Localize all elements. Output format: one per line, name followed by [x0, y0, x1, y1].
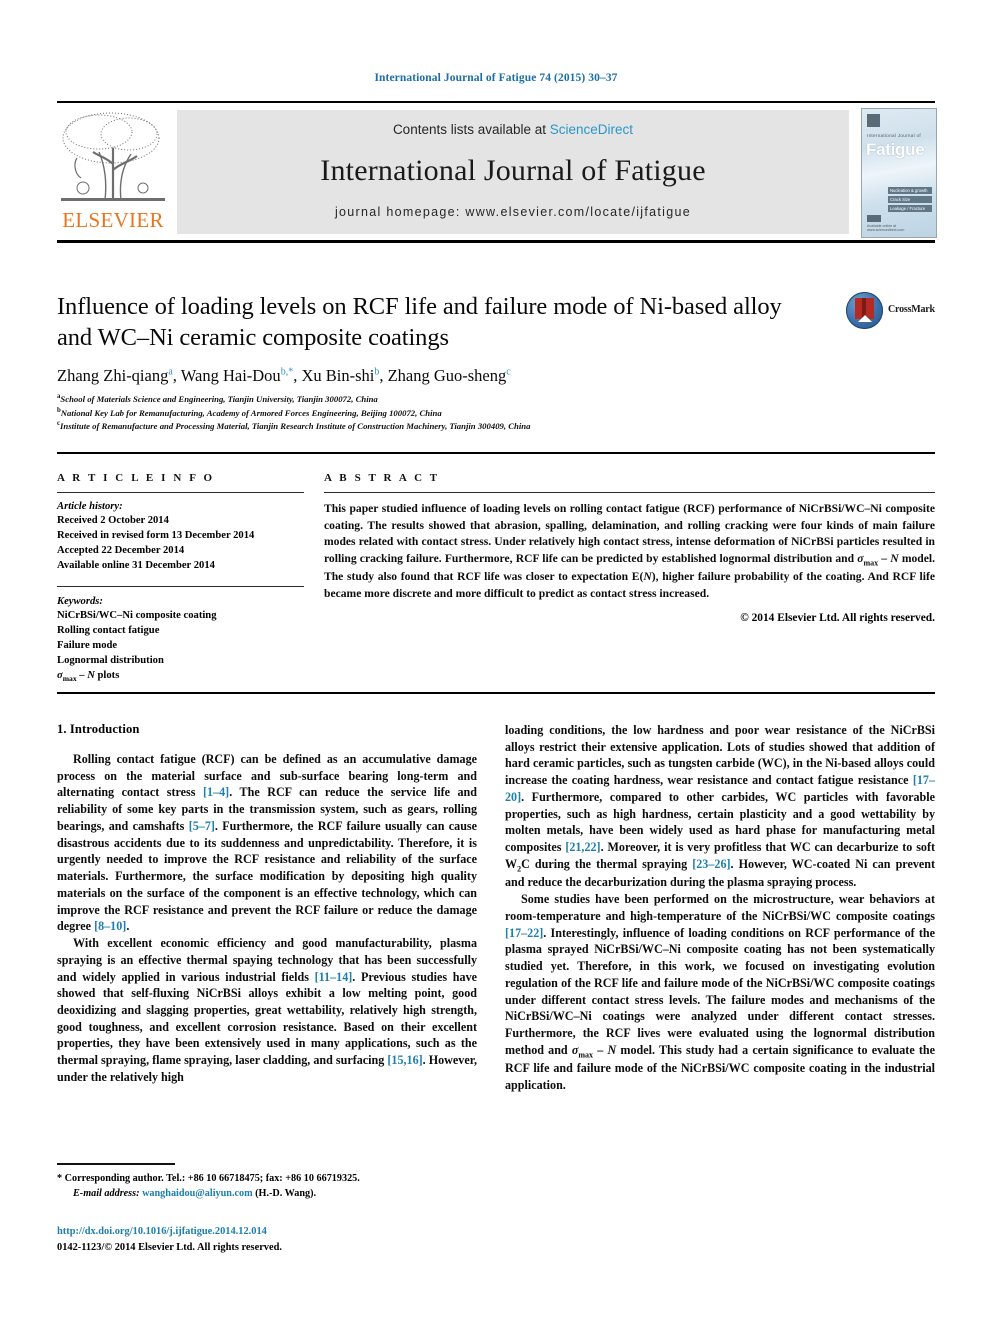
cover-bar: Crack Size	[888, 196, 932, 203]
body-paragraph: With excellent economic efficiency and g…	[57, 936, 477, 1084]
affiliation-item: cInstitute of Remanufacture and Processi…	[57, 419, 857, 433]
cover-elsevier-icon	[867, 114, 880, 127]
affiliation-text: School of Materials Science and Engineer…	[60, 393, 378, 404]
author-name: Zhang Guo-sheng	[387, 366, 507, 385]
journal-title: International Journal of Fatigue	[320, 154, 706, 187]
contents-available-line: Contents lists available at ScienceDirec…	[177, 122, 849, 137]
author-affil-mark: c	[506, 366, 511, 378]
abstract-block: A B S T R A C T This paper studied influ…	[324, 472, 935, 624]
crossmark-badge[interactable]: CrossMark	[846, 292, 936, 332]
masthead-top-rule	[57, 101, 935, 103]
elsevier-wordmark: ELSEVIER	[62, 208, 164, 232]
abstract-heading: A B S T R A C T	[324, 472, 440, 484]
abstract-copyright: © 2014 Elsevier Ltd. All rights reserved…	[740, 612, 935, 625]
keyword-item: σmax – N plots	[57, 670, 120, 684]
footer-block: http://dx.doi.org/10.1016/j.ijfatigue.20…	[57, 1224, 487, 1255]
abstract-divider	[324, 492, 935, 493]
article-info-block: A R T I C L E I N F O Article history: R…	[57, 472, 304, 685]
author-list: Zhang Zhi-qianga, Wang Hai-Doub,*, Xu Bi…	[57, 366, 511, 385]
elsevier-logo: ELSEVIER	[57, 108, 169, 236]
keywords-block: Keywords: NiCrBSi/WC–Ni composite coatin…	[57, 596, 304, 685]
keyword-item: Lognormal distribution	[57, 655, 164, 667]
email-note: E-mail address: wanghaidou@aliyun.com (H…	[57, 1187, 477, 1202]
keywords-label: Keywords:	[57, 596, 103, 608]
masthead-band: Contents lists available at ScienceDirec…	[177, 110, 849, 234]
running-head: International Journal of Fatigue 74 (201…	[374, 72, 618, 84]
cover-topic-bars: Nucleation & growth Crack Size Leakage /…	[888, 187, 932, 214]
citation-ref[interactable]: [8–10]	[94, 919, 126, 933]
affiliation-text: Institute of Remanufacture and Processin…	[60, 420, 531, 431]
email-link[interactable]: wanghaidou@aliyun.com	[142, 1188, 253, 1199]
citation-ref[interactable]: [23–26]	[692, 857, 730, 871]
citation-ref[interactable]: [21,22]	[565, 840, 600, 854]
article-info-heading: A R T I C L E I N F O	[57, 472, 215, 484]
journal-homepage-link[interactable]: journal homepage: www.elsevier.com/locat…	[177, 205, 849, 219]
citation-ref[interactable]: [1–4]	[203, 785, 229, 799]
section-heading-introduction: 1. Introduction	[57, 722, 140, 736]
sciencedirect-link[interactable]: ScienceDirect	[550, 122, 633, 137]
affiliation-item: bNational Key Lab for Remanufacturing, A…	[57, 406, 857, 420]
keyword-item: NiCrBSi/WC–Ni composite coating	[57, 610, 217, 622]
journal-cover-thumbnail[interactable]: International Journal of Fatigue Nucleat…	[861, 108, 937, 238]
footnote-rule	[57, 1163, 175, 1165]
keyword-item: Failure mode	[57, 640, 118, 652]
email-suffix: (H.-D. Wang).	[255, 1187, 317, 1199]
citation-ref[interactable]: [15,16]	[387, 1053, 422, 1067]
affiliation-list: aSchool of Materials Science and Enginee…	[57, 392, 857, 433]
article-history-label: Article history:	[57, 501, 123, 512]
keyword-item: Rolling contact fatigue	[57, 625, 160, 637]
article-history-item: Received 2 October 2014	[57, 515, 169, 526]
masthead-bottom-rule	[57, 240, 935, 243]
body-paragraph: Some studies have been performed on the …	[505, 892, 935, 1092]
cover-small-title: International Journal of	[867, 133, 921, 138]
corresponding-author-note: * Corresponding author. Tel.: +86 10 667…	[57, 1173, 360, 1184]
info-block-bottom-rule	[57, 692, 935, 694]
crossmark-label: CrossMark	[888, 304, 935, 315]
contents-prefix: Contents lists available at	[392, 122, 550, 137]
author-name: Xu Bin-shi	[301, 366, 375, 385]
article-history-item: Received in revised form 13 December 201…	[57, 530, 255, 542]
citation-ref[interactable]: [17–20]	[505, 773, 935, 804]
article-history-item: Available online 31 December 2014	[57, 560, 215, 572]
cover-bar: Nucleation & growth	[888, 187, 932, 194]
body-paragraph: loading conditions, the low hardness and…	[505, 723, 936, 890]
body-column-left: 1. Introduction Rolling contact fatigue …	[57, 722, 477, 1086]
author-affil-mark: b	[374, 366, 380, 378]
keywords-divider	[57, 586, 304, 588]
journal-masthead: ELSEVIER Contents lists available at Sci…	[57, 106, 937, 238]
body-column-right: loading conditions, the low hardness and…	[505, 722, 935, 1094]
author-affil-mark: b,*	[280, 366, 294, 378]
email-label: E-mail address:	[73, 1187, 140, 1199]
info-block-top-rule	[57, 452, 935, 454]
issn-copyright-line: 0142-1123/© 2014 Elsevier Ltd. All right…	[57, 1241, 282, 1253]
affiliation-item: aSchool of Materials Science and Enginee…	[57, 392, 857, 406]
cover-footer: Available online at www.sciencedirect.co…	[867, 215, 931, 232]
citation-ref[interactable]: [17–22]	[505, 926, 543, 940]
crossmark-icon	[846, 292, 883, 329]
article-title: Influence of loading levels on RCF life …	[57, 293, 782, 351]
body-paragraph: Rolling contact fatigue (RCF) can be def…	[57, 752, 478, 934]
cover-footer-text: Available online at www.sciencedirect.co…	[867, 224, 905, 232]
affiliation-text: National Key Lab for Remanufacturing, Ac…	[60, 407, 442, 418]
article-history-item: Accepted 22 December 2014	[57, 545, 185, 557]
citation-ref[interactable]: [5–7]	[189, 819, 215, 833]
author-affil-mark: a	[168, 366, 173, 378]
doi-link[interactable]: http://dx.doi.org/10.1016/j.ijfatigue.20…	[57, 1224, 487, 1240]
crossmark-arrow-shape	[858, 315, 872, 322]
journal-article-page: International Journal of Fatigue 74 (201…	[0, 0, 992, 1323]
cover-footer-logo-icon	[867, 215, 881, 222]
cover-bar: Leakage / Fracture	[888, 205, 932, 212]
author-name: Zhang Zhi-qiang	[57, 366, 169, 385]
cover-big-title: Fatigue	[866, 140, 925, 159]
article-info-divider	[57, 492, 304, 493]
footnote-block: * Corresponding author. Tel.: +86 10 667…	[57, 1172, 477, 1202]
author-name: Wang Hai-Dou	[180, 366, 281, 385]
elsevier-tree-icon	[59, 108, 167, 208]
citation-ref[interactable]: [11–14]	[315, 970, 353, 984]
abstract-text: This paper studied influence of loading …	[324, 502, 935, 600]
